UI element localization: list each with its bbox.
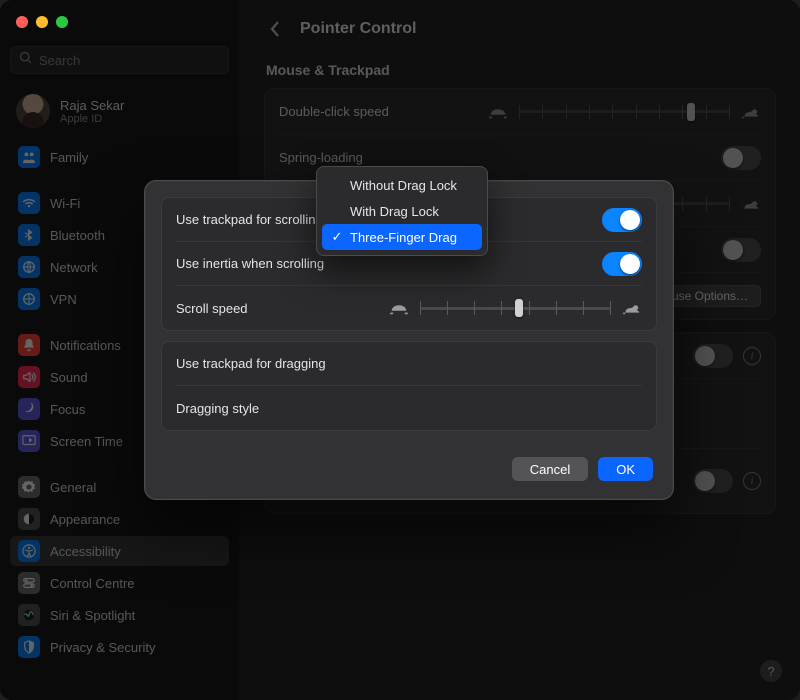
dragging-style-option[interactable]: With Drag Lock xyxy=(322,198,482,224)
dragging-style-option[interactable]: Without Drag Lock xyxy=(322,172,482,198)
cancel-button[interactable]: Cancel xyxy=(512,457,588,481)
option-label: Three-Finger Drag xyxy=(350,230,457,245)
use-trackpad-dragging-row: Use trackpad for dragging xyxy=(176,342,642,386)
use-trackpad-scrolling-toggle[interactable] xyxy=(602,208,642,232)
dragging-section: Use trackpad for dragging Dragging style xyxy=(161,341,657,431)
use-inertia-label: Use inertia when scrolling xyxy=(176,256,324,271)
use-trackpad-dragging-label: Use trackpad for dragging xyxy=(176,356,326,371)
rabbit-icon xyxy=(620,300,642,316)
ok-button[interactable]: OK xyxy=(598,457,653,481)
window-controls xyxy=(16,16,68,28)
system-settings-window: Raja Sekar Apple ID FamilyWi-FiBluetooth… xyxy=(0,0,800,700)
close-window-button[interactable] xyxy=(16,16,28,28)
use-trackpad-scrolling-label: Use trackpad for scrolling xyxy=(176,212,323,227)
turtle-icon xyxy=(388,300,410,316)
dragging-style-option[interactable]: ✓ Three-Finger Drag xyxy=(322,224,482,250)
sheet-buttons: Cancel OK xyxy=(161,441,657,483)
use-inertia-toggle[interactable] xyxy=(602,252,642,276)
check-icon: ✓ xyxy=(330,229,344,245)
dragging-style-menu[interactable]: Without Drag Lock With Drag Lock ✓ Three-Fi… xyxy=(316,166,488,256)
option-label: With Drag Lock xyxy=(350,204,439,219)
scroll-speed-label: Scroll speed xyxy=(176,301,248,316)
option-label: Without Drag Lock xyxy=(350,178,457,193)
dragging-style-label: Dragging style xyxy=(176,401,259,416)
zoom-window-button[interactable] xyxy=(56,16,68,28)
scroll-speed-row: Scroll speed xyxy=(176,286,642,330)
scroll-speed-slider[interactable] xyxy=(420,298,610,318)
minimize-window-button[interactable] xyxy=(36,16,48,28)
dragging-style-row: Dragging style xyxy=(176,386,642,430)
